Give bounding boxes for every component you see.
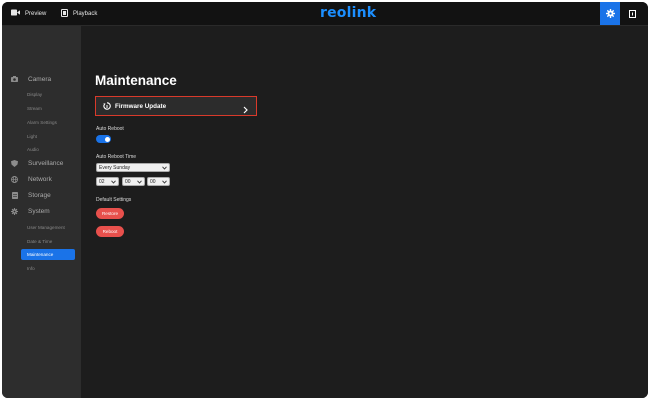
auto-reboot-time-label: Auto Reboot Time <box>96 154 137 160</box>
reboot-second-select[interactable]: 00 <box>147 177 170 186</box>
sidebar-item-display[interactable]: Display <box>21 89 75 100</box>
chevron-down-icon <box>111 180 116 186</box>
reolink-logo: reolink <box>320 5 377 21</box>
sidebar-item-camera[interactable]: Camera <box>10 73 51 85</box>
chevron-down-icon <box>137 180 142 186</box>
exit-icon <box>628 5 636 23</box>
sidebar-item-network-label: Network <box>28 175 52 183</box>
reboot-day-select[interactable]: Every Sunday <box>96 163 170 172</box>
exit-button[interactable] <box>622 2 642 25</box>
tab-preview[interactable]: Preview <box>11 2 46 25</box>
sidebar-item-audio[interactable]: Audio <box>21 144 75 155</box>
top-bar: Preview Playback reolink <box>2 2 648 26</box>
film-icon <box>61 8 73 19</box>
sidebar-item-camera-label: Camera <box>28 75 52 83</box>
toggle-knob <box>104 136 110 142</box>
main-content: Maintenance Firmware Update Auto Reboot … <box>81 26 648 398</box>
sidebar-item-light[interactable]: Light <box>21 131 75 142</box>
camera-icon <box>10 76 19 82</box>
sidebar-item-maintenance[interactable]: Maintenance <box>21 249 75 260</box>
sidebar-item-system[interactable]: System <box>10 205 50 217</box>
firmware-update-row[interactable]: Firmware Update <box>95 96 257 116</box>
sidebar-item-system-label: System <box>28 207 50 215</box>
sidebar-item-date-time[interactable]: Date & Time <box>21 236 75 247</box>
tab-playback[interactable]: Playback <box>61 2 97 25</box>
reboot-day-value: Every Sunday <box>99 164 131 171</box>
chevron-down-icon <box>162 166 167 172</box>
reboot-minute-value: 00 <box>125 178 131 185</box>
video-camera-icon <box>11 9 25 18</box>
firmware-update-label: Firmware Update <box>115 102 167 110</box>
reboot-hour-value: 02 <box>99 178 105 185</box>
gear-icon <box>10 207 19 215</box>
sidebar-item-surveillance[interactable]: Surveillance <box>10 157 63 169</box>
reboot-minute-select[interactable]: 00 <box>122 177 145 186</box>
sidebar: Camera Display Stream Alarm Settings Lig… <box>2 26 81 398</box>
chevron-down-icon <box>162 180 167 186</box>
reboot-second-value: 00 <box>150 178 156 185</box>
sidebar-item-storage[interactable]: Storage <box>10 189 51 201</box>
sidebar-item-alarm-settings[interactable]: Alarm Settings <box>21 117 75 128</box>
chevron-right-icon <box>243 101 248 119</box>
shield-icon <box>10 159 19 167</box>
auto-reboot-label: Auto Reboot <box>96 126 124 132</box>
sidebar-item-info[interactable]: Info <box>21 263 75 274</box>
restore-button[interactable]: Restore <box>96 208 124 219</box>
storage-icon <box>10 191 19 199</box>
reboot-button[interactable]: Reboot <box>96 226 124 237</box>
reboot-hour-select[interactable]: 02 <box>96 177 119 186</box>
auto-reboot-toggle[interactable] <box>96 135 111 143</box>
default-settings-label: Default Settings <box>96 197 132 203</box>
sidebar-item-network[interactable]: Network <box>10 173 52 185</box>
tab-playback-label: Playback <box>73 10 98 17</box>
page-title: Maintenance <box>95 73 177 88</box>
sidebar-item-storage-label: Storage <box>28 191 51 199</box>
sidebar-item-user-management[interactable]: User Management <box>21 222 75 233</box>
gear-icon <box>605 5 615 23</box>
sidebar-item-stream[interactable]: Stream <box>21 103 75 114</box>
globe-icon <box>10 175 19 183</box>
firmware-update-icon <box>103 102 111 110</box>
sidebar-item-surveillance-label: Surveillance <box>28 159 64 167</box>
tab-preview-label: Preview <box>25 10 47 17</box>
app-window: Preview Playback reolink Camera Display … <box>2 2 648 398</box>
settings-button[interactable] <box>600 2 620 25</box>
